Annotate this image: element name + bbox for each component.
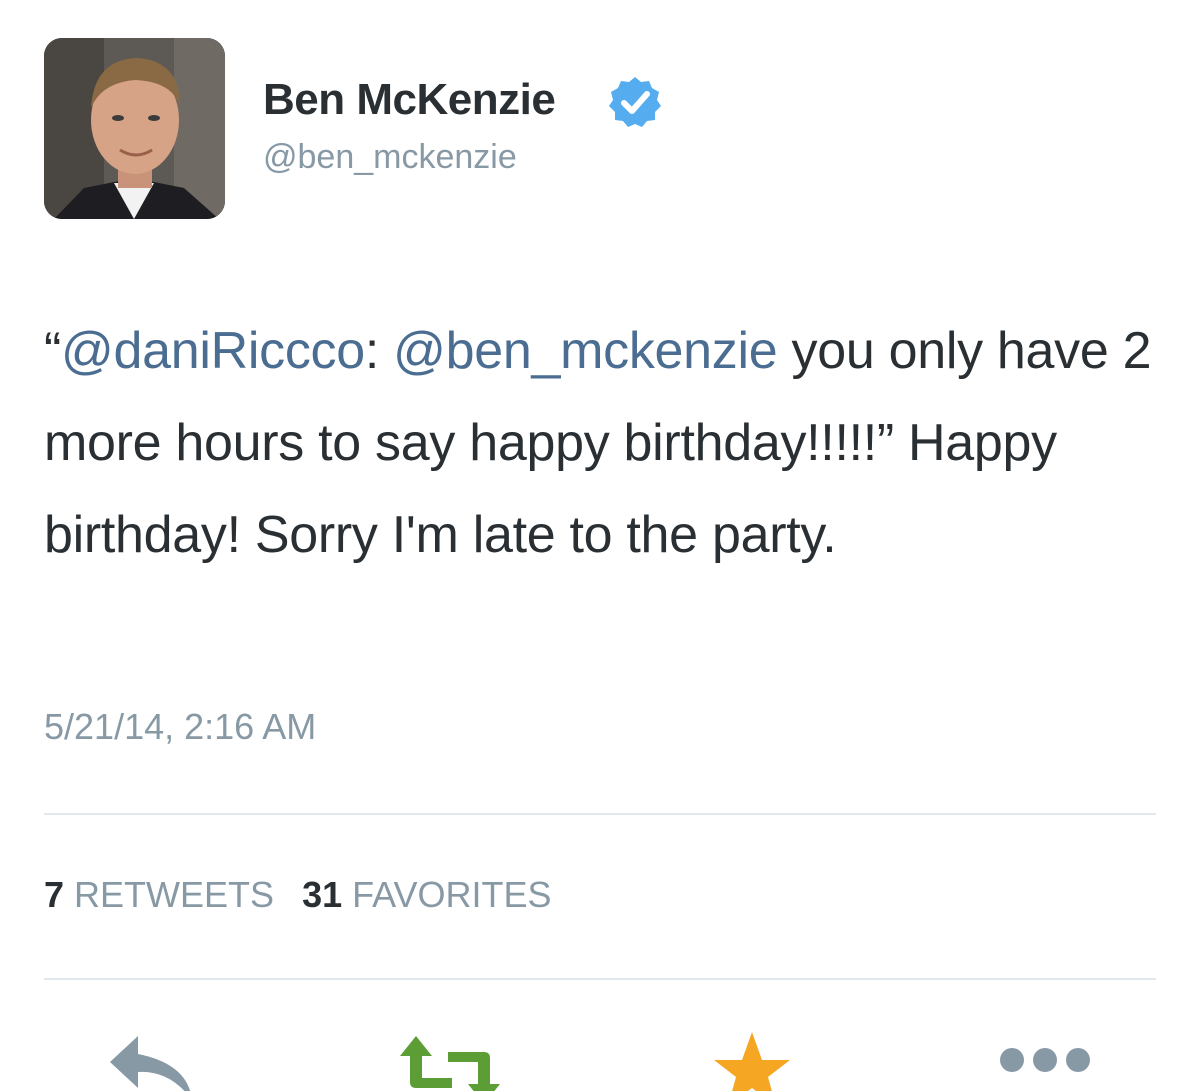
mention-link[interactable]: @ben_mckenzie	[393, 322, 778, 380]
favorites-stat[interactable]: 31 FAVORITES	[302, 874, 551, 915]
retweets-stat[interactable]: 7 RETWEETS	[44, 874, 274, 915]
reply-button[interactable]	[108, 1030, 198, 1091]
favorites-count: 31	[302, 874, 343, 915]
tweet-detail-view: Ben McKenzie @ben_mckenzie “@daniRiccco:…	[0, 0, 1200, 1091]
mention-link[interactable]: @daniRiccco	[61, 322, 365, 380]
reply-icon	[110, 1036, 191, 1091]
retweets-label: RETWEETS	[74, 874, 275, 915]
avatar-photo	[44, 38, 225, 219]
open-quote: “	[44, 322, 62, 380]
retweet-icon	[400, 1036, 500, 1091]
divider	[44, 978, 1156, 980]
verified-badge-icon	[608, 75, 662, 129]
favorite-button[interactable]	[712, 1030, 792, 1091]
handle[interactable]: @ben_mckenzie	[263, 138, 517, 177]
more-icon	[1000, 1048, 1090, 1072]
more-button[interactable]	[990, 1030, 1100, 1091]
avatar[interactable]	[44, 38, 225, 219]
display-name[interactable]: Ben McKenzie	[263, 75, 556, 125]
tweet-stats: 7 RETWEETS 31 FAVORITES	[44, 874, 552, 916]
tweet-text: “@daniRiccco: @ben_mckenzie you only hav…	[44, 305, 1164, 581]
favorites-label: FAVORITES	[352, 874, 552, 915]
retweets-count: 7	[44, 874, 65, 915]
tweet-text-colon: :	[364, 322, 394, 380]
timestamp: 5/21/14, 2:16 AM	[44, 706, 317, 747]
divider	[44, 813, 1156, 815]
retweet-button[interactable]	[396, 1030, 506, 1091]
star-icon	[714, 1032, 790, 1091]
